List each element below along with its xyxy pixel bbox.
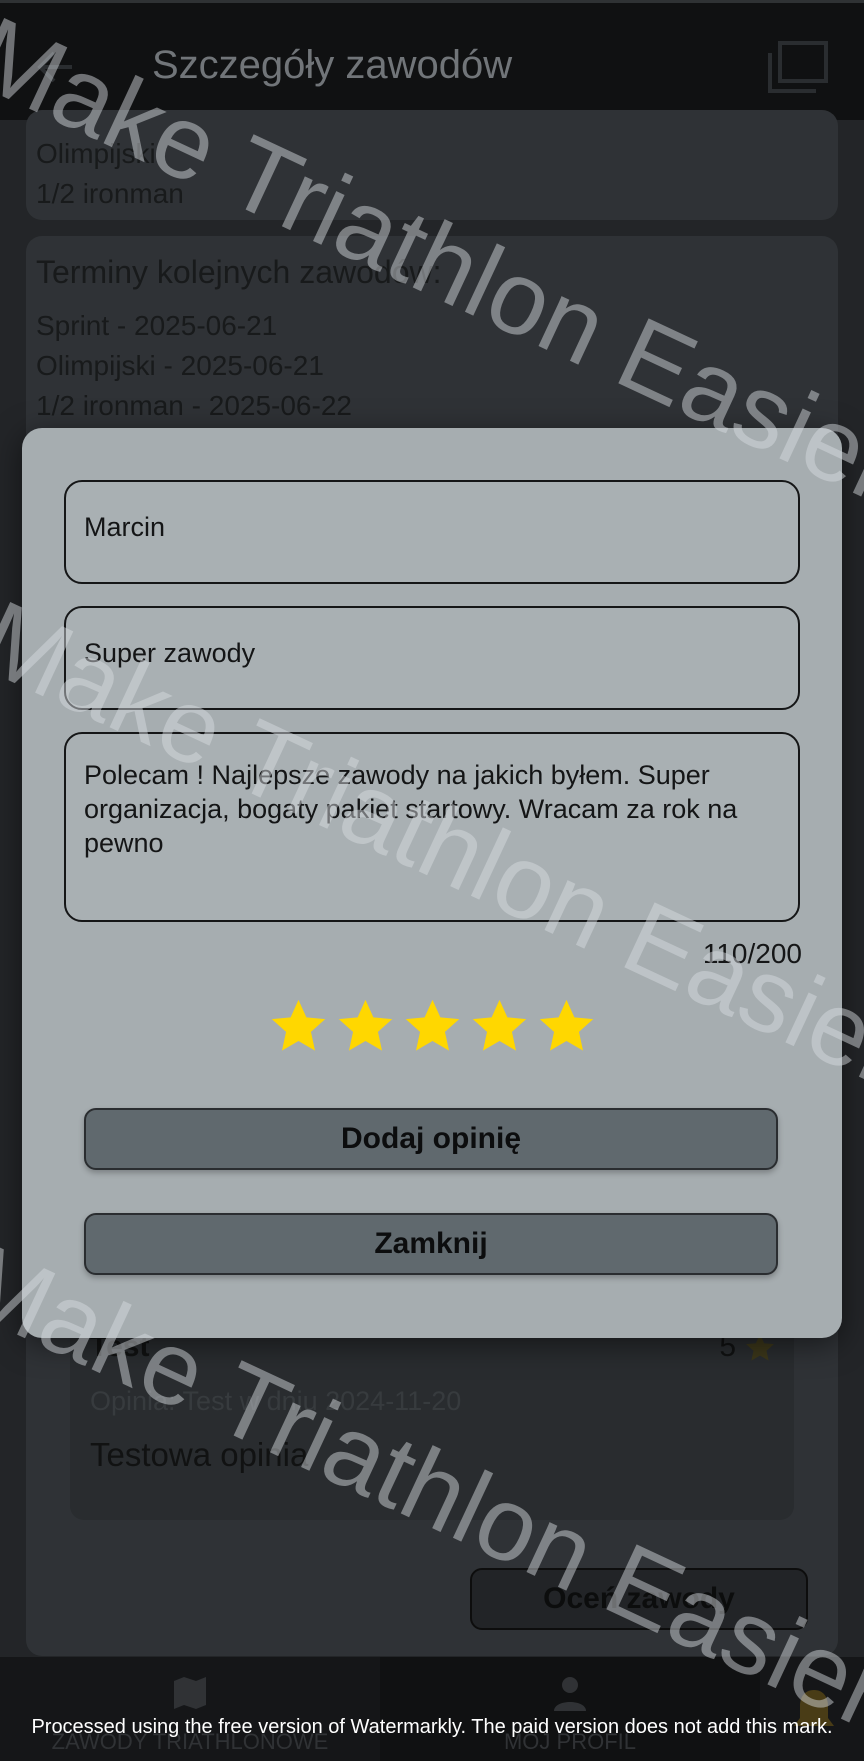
review-body-value: Polecam ! Najlepsze zawody na jakich był… — [84, 760, 738, 858]
star-icon[interactable] — [402, 996, 463, 1057]
review-body-textarea[interactable]: Polecam ! Najlepsze zawody na jakich był… — [64, 732, 800, 922]
close-button[interactable]: Zamknij — [84, 1213, 778, 1275]
star-icon[interactable] — [335, 996, 396, 1057]
name-input[interactable]: Marcin — [64, 480, 800, 584]
name-input-value: Marcin — [84, 512, 166, 542]
character-counter: 110/200 — [702, 938, 802, 969]
star-icon[interactable] — [268, 996, 329, 1057]
review-dialog: Marcin Super zawody Polecam ! Najlepsze … — [22, 428, 842, 1338]
review-title-input[interactable]: Super zawody — [64, 606, 800, 710]
review-title-value: Super zawody — [84, 638, 256, 668]
star-rating — [22, 996, 842, 1060]
star-icon[interactable] — [536, 996, 597, 1057]
star-icon[interactable] — [469, 996, 530, 1057]
add-review-button[interactable]: Dodaj opinię — [84, 1108, 778, 1170]
watermark-notice: Processed using the free version of Wate… — [31, 1716, 833, 1738]
